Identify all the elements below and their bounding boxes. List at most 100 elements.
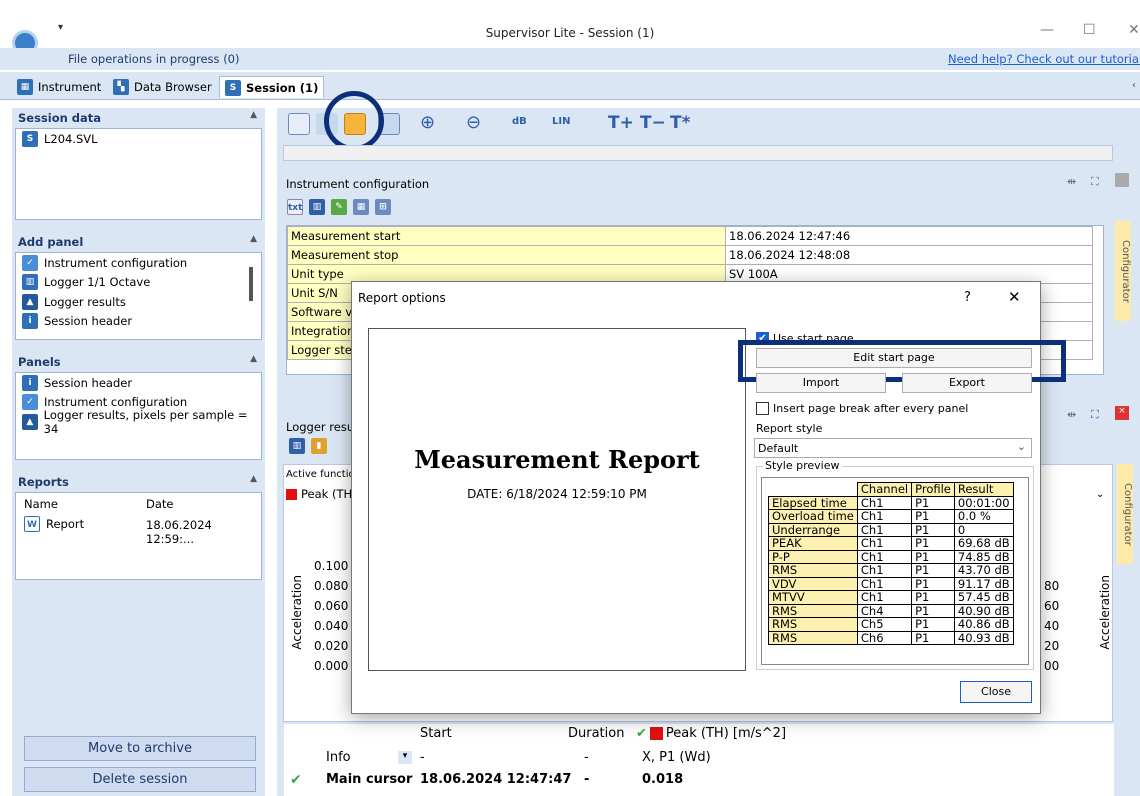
chevron-down-icon[interactable]: ⌄	[1096, 489, 1104, 500]
export-button[interactable]: Export	[902, 373, 1032, 393]
text-reset-icon[interactable]: T*	[670, 113, 691, 133]
preview-cell: P1	[911, 509, 955, 524]
section-header[interactable]: Add panel ▲	[12, 232, 265, 252]
preview-header-row: Channel Profile Result	[769, 482, 1014, 497]
txt-icon[interactable]: txt	[287, 199, 303, 215]
octave-logger-icon: ▥	[22, 274, 38, 291]
preview-header: Profile	[911, 482, 955, 497]
list-item[interactable]: i Session header	[16, 312, 261, 332]
collapse-icon[interactable]: ▲	[250, 354, 257, 364]
tree-icon[interactable]: ⊞	[375, 199, 391, 215]
minimize-button[interactable]: —	[1040, 22, 1054, 38]
columns-icon[interactable]: ▥	[289, 438, 305, 454]
scrollbar[interactable]	[249, 267, 253, 301]
y-tick-label: 0.100	[314, 559, 349, 573]
columns-icon[interactable]: ▥	[309, 199, 325, 215]
preview-cell: Ch1	[856, 495, 913, 510]
y-tick-label-right: 20	[1044, 639, 1060, 653]
report-row[interactable]: W Report	[24, 516, 84, 532]
dialog-close-icon[interactable]: ✕	[1008, 288, 1021, 306]
preview-cell: P1	[911, 617, 955, 632]
cursor-start: 18.06.2024 12:47:47	[420, 772, 572, 787]
import-button[interactable]: Import	[756, 373, 886, 393]
collapse-icon[interactable]: ▲	[250, 474, 257, 484]
lin-scale-icon[interactable]: LIN	[552, 116, 570, 127]
close-panel-icon[interactable]	[1115, 173, 1129, 187]
chart-type-icon[interactable]: ▮	[311, 438, 327, 454]
list-item[interactable]: S L204.SVL	[16, 129, 261, 149]
preview-corner	[769, 483, 858, 497]
delete-session-button[interactable]: Delete session	[24, 767, 256, 792]
collapse-icon[interactable]: ▲	[250, 234, 257, 244]
info-icon: i	[22, 313, 38, 330]
y-tick-label-right: 00	[1044, 659, 1060, 673]
close-panel-icon[interactable]: ×	[1115, 406, 1129, 420]
info-dropdown[interactable]: ▾	[398, 751, 412, 764]
list-item[interactable]: ✓ Instrument configuration	[16, 253, 261, 273]
preview-cell: RMS	[768, 563, 858, 578]
preview-cell: 0	[953, 522, 1014, 537]
report-style-select[interactable]: Default ⌄	[754, 438, 1032, 458]
preview-cell: P1	[911, 536, 955, 551]
preview-cell: 40.86 dB	[953, 617, 1014, 632]
maximize-panel-icon[interactable]: ⛶	[1091, 408, 1099, 422]
section-title: Session data	[18, 111, 102, 125]
help-button[interactable]: ?	[964, 290, 971, 305]
text-larger-icon[interactable]: T+	[608, 113, 634, 133]
column-header-name[interactable]: Name	[24, 497, 58, 511]
item-label: Session header	[44, 375, 133, 390]
section-header[interactable]: Reports ▲	[12, 472, 265, 492]
close-button[interactable]: ✕	[1128, 22, 1140, 38]
configurator-tab[interactable]: Configurator	[1117, 464, 1133, 564]
tab-instrument[interactable]: ▦ Instrument	[12, 76, 106, 98]
status-ribbon: File operations in progress (0) Need hel…	[0, 48, 1140, 70]
configurator-tab[interactable]: Configurator	[1115, 221, 1131, 321]
section-header[interactable]: Session data ▲	[12, 108, 265, 128]
preview-cell: RMS	[768, 603, 858, 618]
preview-cell: P1	[911, 549, 955, 564]
config-tool-icon[interactable]: ✎	[331, 199, 347, 215]
fit-icon[interactable]: ⇹	[1067, 408, 1076, 421]
cursor-table: Start Duration ✔ Peak (TH) [m/s^2] Info …	[284, 724, 1114, 796]
list-item[interactable]: i Session header	[16, 373, 261, 393]
db-scale-icon[interactable]: dB	[512, 116, 527, 127]
preview-cell: PEAK	[768, 536, 858, 551]
config-row[interactable]: Measurement start 18.06.2024 12:47:46	[287, 226, 1093, 246]
zoom-in-icon[interactable]: ⊕	[420, 112, 435, 133]
list-item[interactable]: ▥ Logger 1/1 Octave	[16, 273, 261, 293]
list-item[interactable]: ▲ Logger results	[16, 292, 261, 312]
move-to-archive-button[interactable]: Move to archive	[24, 736, 256, 761]
grid-icon[interactable]: ▦	[353, 199, 369, 215]
maximize-button[interactable]: ☐	[1083, 22, 1096, 38]
page-break-checkbox[interactable]: Insert page break after every panel	[756, 402, 968, 415]
section-header[interactable]: Panels ▲	[12, 352, 265, 372]
function-select[interactable]: Peak (TH	[286, 487, 352, 501]
preview-cell: 0.0 %	[953, 509, 1014, 524]
fit-icon[interactable]: ⇹	[1067, 175, 1076, 188]
checkbox-unchecked-icon	[756, 402, 769, 415]
preview-cell: RMS	[768, 617, 858, 632]
preview-cell: 43.70 dB	[953, 563, 1014, 578]
config-value: 18.06.2024 12:48:08	[725, 245, 1093, 265]
add-panel-list: ✓ Instrument configuration ▥ Logger 1/1 Oc…	[15, 252, 262, 340]
column-header-date[interactable]: Date	[146, 497, 174, 511]
help-link[interactable]: Need help? Check out our tutorial vid	[948, 52, 1140, 66]
style-preview-table: Channel Profile Result Elapsed time Ch1 P1 00:…	[768, 482, 1014, 645]
config-row[interactable]: Measurement stop 18.06.2024 12:48:08	[287, 245, 1093, 265]
close-dialog-button[interactable]: Close	[960, 681, 1032, 703]
list-item[interactable]: ▲ Logger results, pixels per sample = 34	[16, 408, 261, 436]
preview-cell: MTVV	[768, 590, 858, 605]
upper-scroll[interactable]	[283, 145, 1113, 161]
zoom-out-icon[interactable]: ⊖	[466, 112, 481, 133]
page-break-label: Insert page break after every panel	[773, 402, 969, 415]
report-date: 18.06.2024 12:59:...	[146, 518, 212, 546]
maximize-panel-icon[interactable]: ⛶	[1091, 175, 1099, 189]
text-smaller-icon[interactable]: T−	[640, 113, 666, 133]
chevron-left-icon[interactable]: ‹	[1132, 80, 1136, 91]
tab-data-browser[interactable]: ▚ Data Browser	[108, 76, 217, 98]
report-icon[interactable]	[288, 113, 310, 135]
tab-session[interactable]: S Session (1)	[219, 76, 325, 98]
collapse-icon[interactable]: ▲	[250, 110, 257, 120]
column-header-start: Start	[420, 726, 452, 741]
info-peak: X, P1 (Wd)	[642, 750, 711, 765]
